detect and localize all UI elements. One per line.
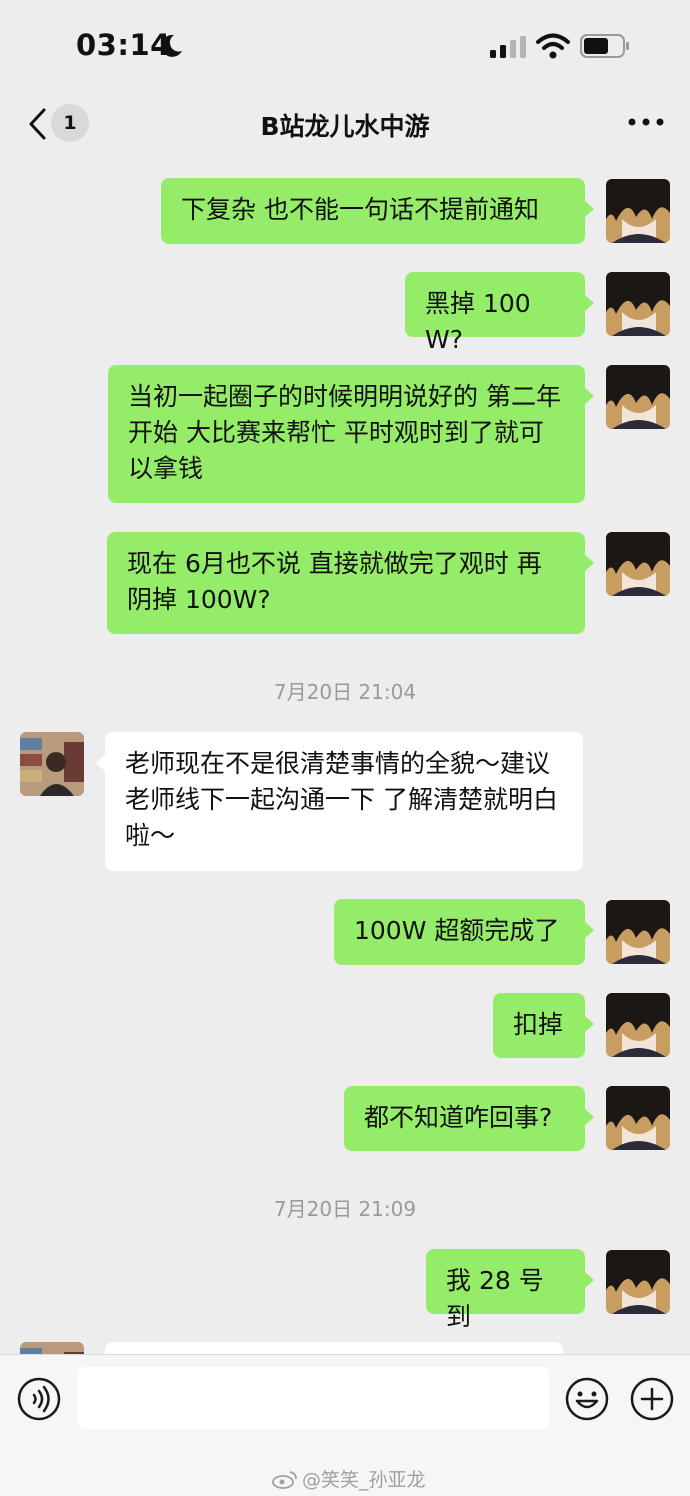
anime-avatar-icon [606,365,670,429]
contact-avatar[interactable] [20,1342,84,1354]
contact-photo-icon [20,1342,84,1354]
my-message-bubble[interactable]: 现在 6月也不说 直接就做完了观时 再阴掉 100W? [107,532,594,634]
chat-title: B站龙儿水中游 [260,112,430,141]
moon-icon [161,34,182,57]
contact-message-bubble[interactable] [105,1342,563,1354]
my-message-bubble[interactable]: 100W 超额完成了 [334,899,594,965]
contact-photo-icon [20,732,84,796]
watermark-text: @笑笑_孙亚龙 [302,1469,426,1491]
plus-icon[interactable] [630,1377,674,1421]
message-text: 老师现在不是很清楚事情的全貌～建议老师线下一起沟通一下 了解清楚就明白啦～ [125,749,558,850]
my-avatar[interactable] [606,365,670,429]
weibo-icon [272,1470,297,1489]
my-avatar[interactable] [606,532,670,596]
chat-header: 1 B站龙儿水中游 [0,96,690,156]
wifi-icon [536,33,570,59]
my-avatar[interactable] [606,179,670,243]
anime-avatar-icon [606,900,670,964]
message-text: 现在 6月也不说 直接就做完了观时 再阴掉 100W? [127,549,542,614]
message-text: 扣掉 [513,1010,564,1039]
my-message-bubble[interactable]: 下复杂 也不能一句话不提前通知 [161,178,594,244]
message-timestamp: 7月20日 21:09 [273,1197,417,1221]
status-bar: 03:14 [0,0,690,96]
my-avatar[interactable] [606,900,670,964]
anime-avatar-icon [606,532,670,596]
contact-message-bubble[interactable]: 老师现在不是很清楚事情的全貌～建议老师线下一起沟通一下 了解清楚就明白啦～ [96,732,583,871]
more-dots-icon[interactable] [626,114,666,130]
anime-avatar-icon [606,1086,670,1150]
my-message-bubble[interactable]: 扣掉 [493,993,594,1058]
message-text: 黑掉 100W? [425,289,531,354]
message-text: 我 28 号到 [446,1266,544,1331]
message-text: 都不知道咋回事? [364,1103,553,1132]
anime-avatar-icon [606,179,670,243]
my-avatar[interactable] [606,1086,670,1150]
my-message-bubble[interactable]: 都不知道咋回事? [344,1086,594,1151]
voice-icon[interactable] [17,1377,61,1421]
my-avatar[interactable] [606,993,670,1057]
message-input[interactable] [78,1367,549,1429]
battery-icon [580,34,629,58]
my-message-bubble[interactable]: 我 28 号到 [426,1249,594,1331]
my-message-bubble[interactable]: 当初一起圈子的时候明明说好的 第二年开始 大比赛来帮忙 平时观时到了就可以拿钱 [108,365,594,503]
my-avatar[interactable] [606,272,670,336]
message-list[interactable]: 下复杂 也不能一句话不提前通知 黑掉 100W? 当初一起圈子的时候明明说好的 … [0,156,690,1354]
message-text: 当初一起圈子的时候明明说好的 第二年开始 大比赛来帮忙 平时观时到了就可以拿钱 [128,382,561,483]
message-timestamp: 7月20日 21:04 [273,680,417,704]
status-time: 03:14 [76,28,171,62]
anime-avatar-icon [606,993,670,1057]
message-text: 下复杂 也不能一句话不提前通知 [181,195,539,224]
my-avatar[interactable] [606,1250,670,1314]
watermark: @笑笑_孙亚龙 [272,1465,426,1492]
emoji-icon[interactable] [565,1377,609,1421]
anime-avatar-icon [606,272,670,336]
anime-avatar-icon [606,1250,670,1314]
message-text: 100W 超额完成了 [354,916,560,945]
my-message-bubble[interactable]: 黑掉 100W? [405,272,594,354]
signal-icon [490,36,526,58]
contact-avatar[interactable] [20,732,84,796]
input-bar: @笑笑_孙亚龙 [0,1354,690,1496]
